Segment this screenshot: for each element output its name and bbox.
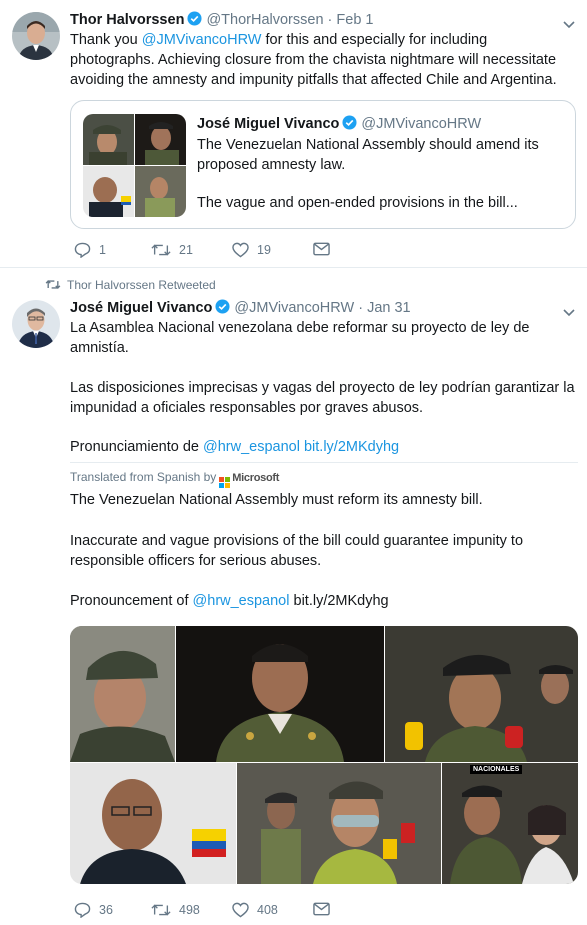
tweet[interactable]: Thor Halvorssen @ThorHalvorssen · Feb 1 … (0, 0, 587, 268)
photo[interactable] (70, 626, 175, 762)
like-icon (232, 242, 249, 258)
author-handle[interactable]: @JMVivancoHRW (234, 300, 354, 316)
photo[interactable] (70, 763, 236, 884)
quoted-tweet[interactable]: José Miguel Vivanco @JMVivancoHRW The Ve… (70, 100, 576, 229)
tweet-text-p3: Pronunciamiento de @hrw_espanol bit.ly/2… (70, 437, 575, 457)
quoted-author-handle[interactable]: @JMVivancoHRW (361, 116, 481, 132)
tweet-text-part: Thank you (70, 32, 142, 48)
translation-p2: Inaccurate and vague provisions of the b… (70, 533, 524, 569)
tweet-text-part: Pronunciamiento de (70, 439, 203, 455)
retweeted-by[interactable]: Thor Halvorssen Retweeted (67, 278, 216, 292)
photo-badge: NACIONALES (470, 765, 523, 774)
retweet-button[interactable]: 498 (151, 902, 200, 918)
photo[interactable] (237, 763, 441, 884)
chevron-down-icon[interactable] (562, 305, 576, 317)
retweet-count: 21 (179, 243, 193, 257)
dot-separator: · (327, 12, 333, 28)
tweet-text: Thank you @JMVivancoHRW for this and esp… (70, 30, 575, 90)
mention-link[interactable]: @hrw_espanol (193, 593, 290, 609)
tweet-header: José Miguel Vivanco @JMVivancoHRW · Jan … (70, 299, 411, 316)
reply-count: 1 (99, 243, 106, 257)
dm-button[interactable] (313, 902, 338, 916)
translator-name: Microsoft (232, 472, 280, 484)
tweet-actions: 1 21 19 (70, 242, 350, 262)
photo[interactable] (385, 626, 578, 762)
tweet[interactable]: Thor Halvorssen Retweeted José Miguel Vi… (0, 268, 587, 925)
author-name[interactable]: José Miguel Vivanco (70, 300, 212, 316)
verified-icon (342, 115, 357, 130)
reply-button[interactable]: 1 (74, 242, 106, 258)
tweet-actions: 36 498 408 (70, 902, 350, 922)
reply-icon (74, 242, 91, 258)
dm-button[interactable] (313, 242, 338, 256)
like-button[interactable]: 408 (232, 902, 278, 918)
quoted-tweet-image (83, 114, 186, 217)
avatar[interactable] (12, 300, 60, 348)
tweet-header: Thor Halvorssen @ThorHalvorssen · Feb 1 (70, 11, 374, 28)
verified-icon (187, 11, 202, 26)
divider (70, 462, 578, 463)
like-count: 408 (257, 903, 278, 917)
tweet-text-p2: Las disposiciones imprecisas y vagas del… (70, 380, 575, 416)
like-button[interactable]: 19 (232, 242, 271, 258)
retweet-button[interactable]: 21 (151, 242, 193, 258)
mention-link[interactable]: @hrw_espanol (203, 439, 300, 455)
translated-url[interactable]: bit.ly/2MKdyhg (294, 593, 389, 609)
like-icon (232, 902, 249, 918)
translation-attribution: Translated from Spanish by Microsoft (70, 470, 279, 488)
quoted-tweet-text-more: The vague and open-ended provisions in t… (197, 195, 518, 211)
reply-icon (74, 902, 91, 918)
author-name[interactable]: Thor Halvorssen (70, 12, 184, 28)
dot-separator: · (358, 300, 364, 316)
translated-label: Translated from Spanish by (70, 470, 217, 484)
mention-link[interactable]: @JMVivancoHRW (142, 32, 262, 48)
chevron-down-icon[interactable] (562, 17, 576, 29)
quoted-tweet-text: The Venezuelan National Assembly should … (197, 137, 539, 173)
tweet-date[interactable]: Jan 31 (367, 300, 411, 316)
tweet-text-p1: La Asamblea Nacional venezolana debe ref… (70, 320, 530, 356)
photo[interactable]: NACIONALES (442, 763, 578, 884)
url-link[interactable]: bit.ly/2MKdyhg (304, 439, 399, 455)
retweet-icon (45, 280, 61, 289)
reply-count: 36 (99, 903, 113, 917)
reply-button[interactable]: 36 (74, 902, 113, 918)
microsoft-logo (219, 477, 231, 488)
photo-grid[interactable]: NACIONALES (70, 626, 578, 884)
retweet-icon (151, 244, 171, 256)
quoted-tweet-header: José Miguel Vivanco @JMVivancoHRW (197, 115, 481, 132)
dm-icon (313, 902, 330, 916)
retweet-context: Thor Halvorssen Retweeted (45, 278, 216, 292)
retweet-count: 498 (179, 903, 200, 917)
photo[interactable] (176, 626, 384, 762)
avatar[interactable] (12, 12, 60, 60)
translation-p1: The Venezuelan National Assembly must re… (70, 492, 483, 508)
author-handle[interactable]: @ThorHalvorssen (206, 12, 323, 28)
retweet-icon (151, 904, 171, 916)
verified-icon (215, 299, 230, 314)
like-count: 19 (257, 243, 271, 257)
dm-icon (313, 242, 330, 256)
tweet-text-part: Pronouncement of (70, 593, 193, 609)
tweet-date[interactable]: Feb 1 (336, 12, 373, 28)
translation-p3: Pronouncement of @hrw_espanol bit.ly/2MK… (70, 591, 575, 611)
quoted-author-name[interactable]: José Miguel Vivanco (197, 116, 339, 132)
